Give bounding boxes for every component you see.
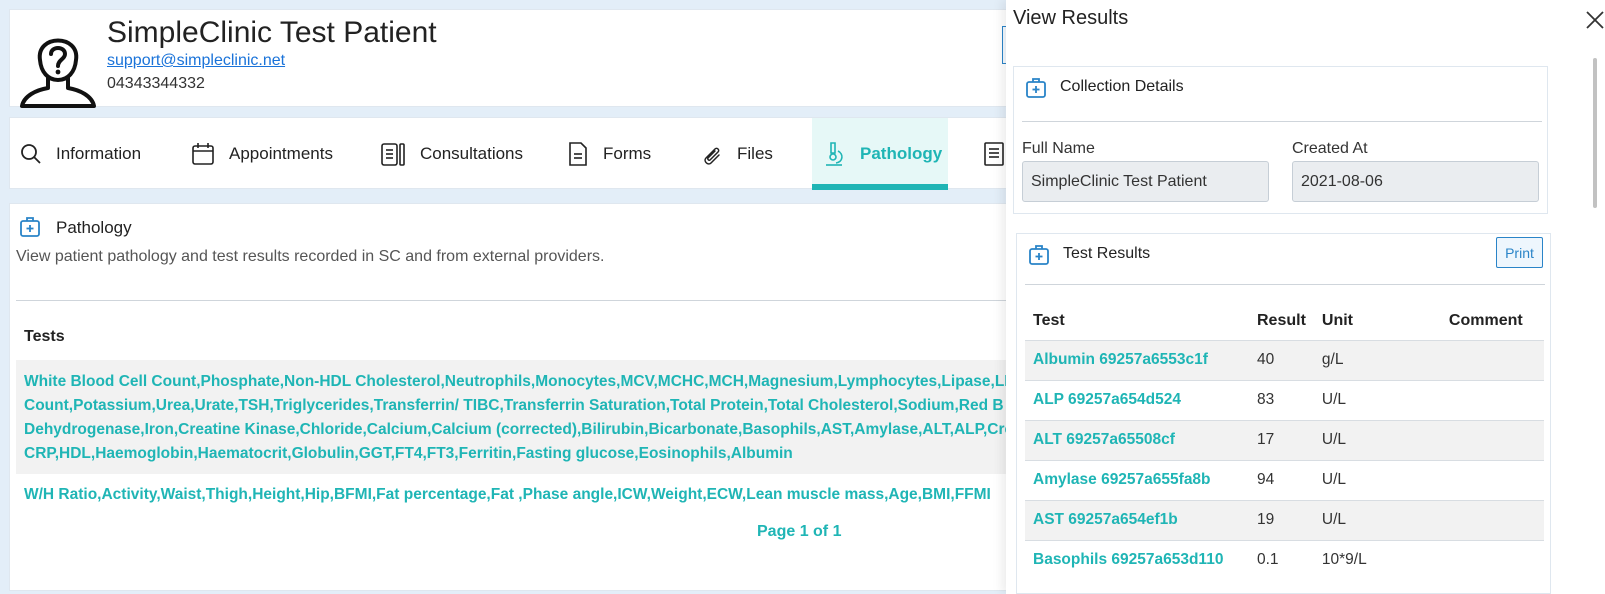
test-row-line: White Blood Cell Count,Phosphate,Non-HDL… <box>24 373 1009 390</box>
tab-label: Consultations <box>420 144 524 163</box>
drawer-title: View Results <box>1013 7 1129 29</box>
print-button[interactable]: Print <box>1496 237 1543 268</box>
test-name-link[interactable]: Albumin 69257a6553c1f <box>1025 339 1249 380</box>
close-icon[interactable] <box>1584 9 1605 31</box>
pagination-label: Page 1 of 1 <box>757 523 842 540</box>
tab-label: Appointments <box>229 144 333 163</box>
comment-value <box>1440 459 1544 500</box>
medical-kit-icon <box>1026 78 1046 98</box>
test-name-link[interactable]: ALT 69257a65508cf <box>1025 419 1249 460</box>
drawer-scrollbar[interactable] <box>1593 58 1597 208</box>
full-name-label: Full Name <box>1022 140 1095 157</box>
patient-email-link[interactable]: support@simpleclinic.net <box>107 52 285 70</box>
tab-consultations[interactable]: Consultations <box>380 118 523 190</box>
form-icon <box>569 142 587 166</box>
divider <box>1025 284 1545 285</box>
divider <box>1022 121 1542 122</box>
divider <box>16 300 1030 301</box>
test-name-link[interactable]: AST 69257a654ef1b <box>1025 499 1249 540</box>
column-header-unit: Unit <box>1321 311 1354 329</box>
created-at-field[interactable] <box>1292 161 1539 202</box>
pathology-card: Pathology View patient pathology and tes… <box>9 203 1030 591</box>
patient-name: SimpleClinic Test Patient <box>107 16 437 49</box>
test-name-link[interactable]: Basophils 69257a653d110 <box>1025 539 1249 580</box>
comment-value <box>1440 539 1544 580</box>
comment-value <box>1440 339 1544 380</box>
table-row: Albumin 69257a6553c1f 40 g/L <box>1025 339 1544 380</box>
table-row: ALP 69257a654d524 83 U/L <box>1025 379 1544 420</box>
patient-phone: 04343344332 <box>107 75 205 92</box>
patient-tabs: Information Appointments Consultations F… <box>9 117 1029 190</box>
column-header-test: Test <box>1033 311 1065 329</box>
comment-value <box>1440 379 1544 420</box>
medical-kit-icon <box>1029 245 1049 265</box>
pathology-title: Pathology <box>56 218 132 237</box>
test-name-link[interactable]: ALP 69257a654d524 <box>1025 379 1249 420</box>
calendar-icon <box>192 143 214 165</box>
tab-information[interactable]: Information <box>20 118 141 190</box>
paperclip-icon <box>704 147 720 165</box>
test-name-link[interactable]: Amylase 69257a655fa8b <box>1025 459 1249 500</box>
tab-label: Forms <box>603 144 652 163</box>
view-results-drawer: View Results Collection Details Full Nam… <box>1006 0 1605 594</box>
result-value: 19 <box>1249 499 1314 540</box>
unit-value: U/L <box>1313 419 1441 460</box>
tab-label: Pathology <box>860 144 943 163</box>
test-row-line: W/H Ratio,Activity,Waist,Thigh,Height,Hi… <box>24 486 991 503</box>
table-row: ALT 69257a65508cf 17 U/L <box>1025 419 1544 460</box>
microscope-icon <box>826 142 843 166</box>
comment-value <box>1440 499 1544 540</box>
test-results-panel: Test Results Print Test Result Unit Comm… <box>1016 233 1551 594</box>
tab-forms[interactable]: Forms <box>567 118 651 190</box>
tab-label: Files <box>737 144 773 163</box>
table-row: Basophils 69257a653d110 0.1 10*9/L <box>1025 539 1544 580</box>
test-row-line: Count,Potassium,Urea,Urate,TSH,Triglycer… <box>24 397 1004 414</box>
test-row[interactable]: W/H Ratio,Activity,Waist,Thigh,Height,Hi… <box>16 482 1030 516</box>
test-results-title: Test Results <box>1063 245 1151 262</box>
result-value: 83 <box>1249 379 1314 420</box>
collection-details-panel: Collection Details Full Name Created At <box>1013 66 1548 214</box>
tab-files[interactable]: Files <box>701 118 773 190</box>
test-row-line: Dehydrogenase,Iron,Creatine Kinase,Chlor… <box>24 421 1014 438</box>
table-row: Amylase 69257a655fa8b 94 U/L <box>1025 459 1544 500</box>
tests-column-header: Tests <box>24 328 65 345</box>
test-row-line: CRP,HDL,Haemoglobin,Haematocrit,Globulin… <box>24 445 793 462</box>
unit-value: 10*9/L <box>1313 539 1441 580</box>
result-value: 0.1 <box>1249 539 1314 580</box>
result-value: 17 <box>1249 419 1314 460</box>
result-value: 40 <box>1249 339 1314 380</box>
created-at-label: Created At <box>1292 140 1368 157</box>
medical-kit-icon <box>20 217 40 237</box>
result-value: 94 <box>1249 459 1314 500</box>
report-icon <box>984 142 1004 166</box>
collection-details-title: Collection Details <box>1060 78 1184 95</box>
clipboard-icon <box>381 143 405 166</box>
unit-value: U/L <box>1313 379 1441 420</box>
unit-value: U/L <box>1313 499 1441 540</box>
test-row[interactable]: White Blood Cell Count,Phosphate,Non-HDL… <box>16 360 1030 474</box>
tab-pathology[interactable]: Pathology <box>812 118 948 190</box>
unit-value: g/L <box>1313 339 1441 380</box>
unknown-person-avatar-icon <box>20 38 96 108</box>
patient-header: SimpleClinic Test Patient support@simple… <box>9 9 1042 108</box>
full-name-field[interactable] <box>1022 161 1269 202</box>
pathology-description: View patient pathology and test results … <box>16 248 605 265</box>
column-header-comment: Comment <box>1448 311 1523 329</box>
table-row: AST 69257a654ef1b 19 U/L <box>1025 499 1544 540</box>
results-table: Test Result Unit Comment Albumin 69257a6… <box>1025 302 1544 580</box>
column-header-result: Result <box>1257 311 1306 329</box>
tab-label: Information <box>56 144 142 163</box>
tab-appointments[interactable]: Appointments <box>191 118 333 190</box>
unit-value: U/L <box>1313 459 1441 500</box>
comment-value <box>1440 419 1544 460</box>
search-icon <box>21 144 41 164</box>
